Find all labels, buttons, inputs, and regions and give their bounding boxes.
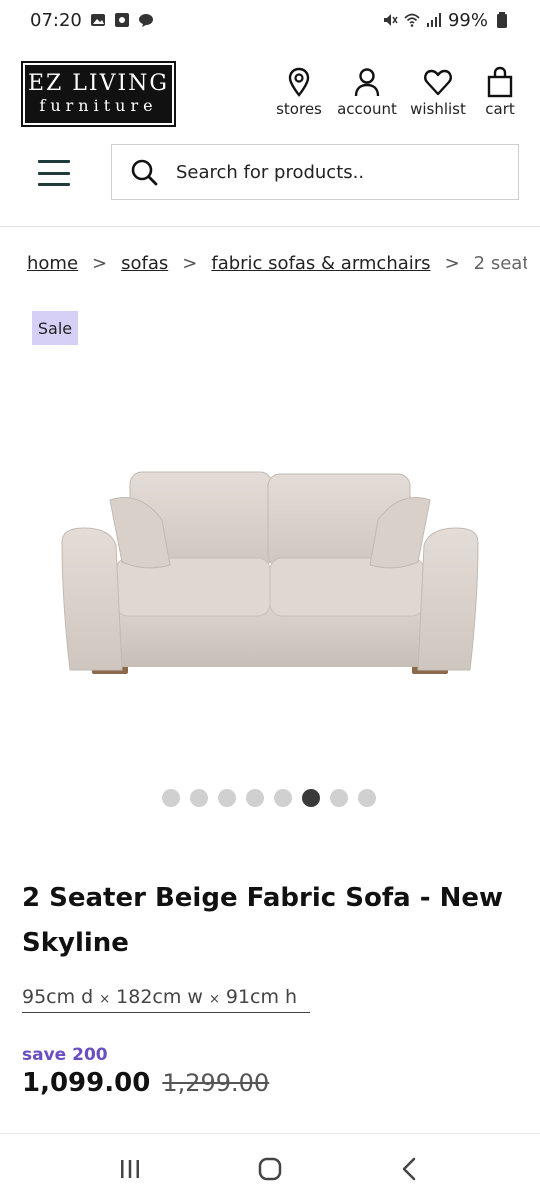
- original-price: 1,299.00: [162, 1069, 270, 1097]
- ez-living-logo[interactable]: EZ LIVING furniture: [21, 61, 176, 127]
- header-nav: stores account wishlist cart: [270, 66, 520, 118]
- gallery-icon: [90, 14, 105, 26]
- carousel-dot[interactable]: [274, 789, 292, 807]
- cart-label: cart: [485, 100, 515, 118]
- dimension-width: 182cm w: [116, 986, 203, 1008]
- breadcrumb-separator: >: [444, 253, 460, 274]
- menu-bar: [38, 183, 70, 186]
- heart-icon: [424, 69, 452, 96]
- carousel-dot[interactable]: [330, 789, 348, 807]
- carousel-dot[interactable]: [358, 789, 376, 807]
- price-row: 1,099.00 1,299.00: [22, 1068, 269, 1098]
- hamburger-menu-button[interactable]: [38, 160, 70, 186]
- logo-inner: EZ LIVING furniture: [25, 65, 172, 123]
- header-divider: [0, 226, 540, 227]
- status-left: 07:20: [30, 10, 154, 31]
- breadcrumb-fabric-sofas[interactable]: fabric sofas & armchairs: [211, 253, 430, 274]
- logo-line2: furniture: [39, 96, 158, 115]
- status-right: 99%: [382, 10, 510, 31]
- account-link[interactable]: account: [334, 66, 400, 118]
- dimension-depth: 95cm d: [22, 986, 94, 1008]
- shopping-bag-icon: [487, 66, 513, 98]
- bottom-divider: [0, 1133, 540, 1134]
- back-icon[interactable]: [396, 1155, 424, 1183]
- sale-badge: Sale: [32, 311, 78, 345]
- save-amount: save 200: [22, 1045, 108, 1065]
- breadcrumb-separator: >: [182, 253, 198, 274]
- breadcrumb-current: 2 seat...: [473, 253, 527, 274]
- product-title: 2 Seater Beige Fabric Sofa - New Skyline: [22, 883, 503, 958]
- recent-apps-icon[interactable]: [116, 1155, 144, 1183]
- carousel-dots: [162, 789, 376, 807]
- user-icon: [354, 68, 380, 97]
- breadcrumb: home > sofas > fabric sofas & armchairs …: [27, 253, 527, 274]
- site-header: EZ LIVING furniture stores account wishl…: [0, 60, 540, 130]
- dimension-height: 91cm h: [225, 986, 298, 1008]
- wishlist-label: wishlist: [410, 100, 466, 118]
- signal-icon: [426, 13, 441, 27]
- chat-icon: [138, 14, 153, 27]
- dimension-separator: ×: [208, 992, 220, 1007]
- mute-icon: [383, 14, 398, 26]
- account-label: account: [337, 100, 397, 118]
- breadcrumb-separator: >: [92, 253, 108, 274]
- current-price: 1,099.00: [22, 1068, 151, 1098]
- carousel-dot[interactable]: [162, 789, 180, 807]
- product-image[interactable]: [50, 450, 490, 690]
- system-nav-bar: [0, 1138, 540, 1200]
- cart-link[interactable]: cart: [480, 66, 520, 118]
- product-dimensions[interactable]: 95cm d × 182cm w × 91cm h: [22, 986, 310, 1013]
- breadcrumb-home[interactable]: home: [27, 253, 78, 274]
- search-box[interactable]: [111, 144, 519, 200]
- location-pin-icon: [288, 67, 310, 97]
- carousel-dot-active[interactable]: [302, 789, 320, 807]
- wishlist-link[interactable]: wishlist: [408, 66, 468, 118]
- menu-bar: [38, 171, 70, 175]
- notification-icon: [114, 13, 129, 27]
- carousel-dot[interactable]: [190, 789, 208, 807]
- search-icon: [131, 159, 158, 186]
- stores-label: stores: [276, 100, 322, 118]
- home-icon[interactable]: [256, 1155, 284, 1183]
- search-input[interactable]: [176, 161, 476, 183]
- stores-link[interactable]: stores: [270, 66, 328, 118]
- dimension-separator: ×: [99, 992, 111, 1007]
- wifi-icon: [404, 13, 420, 27]
- carousel-dot[interactable]: [246, 789, 264, 807]
- logo-line1: EZ LIVING: [27, 71, 170, 96]
- carousel-dot[interactable]: [218, 789, 236, 807]
- breadcrumb-sofas[interactable]: sofas: [121, 253, 168, 274]
- status-time: 07:20: [30, 9, 82, 31]
- status-bar: 07:20 99%: [0, 0, 540, 40]
- battery-icon: [497, 12, 507, 28]
- menu-bar: [38, 160, 70, 163]
- battery-text: 99%: [447, 9, 488, 31]
